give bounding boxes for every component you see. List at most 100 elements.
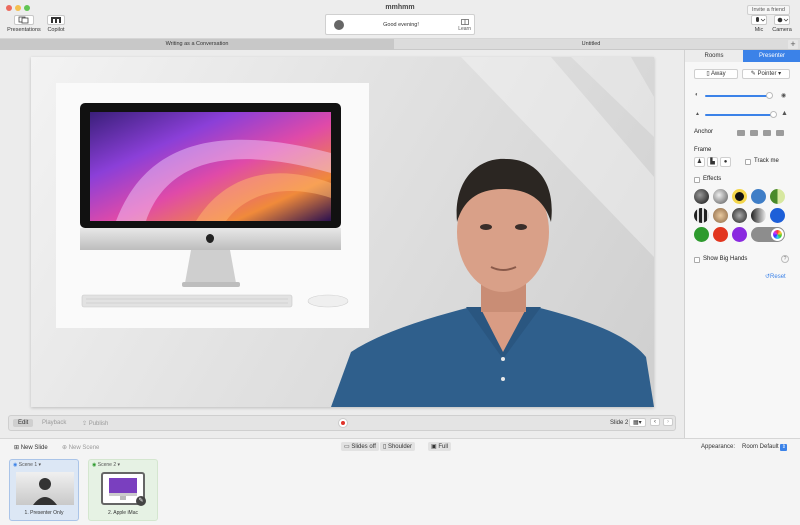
new-scene-button[interactable]: ⊕ New Scene — [62, 444, 99, 451]
away-label: Away — [711, 71, 726, 77]
show-big-hands-label: Show Big Hands — [703, 256, 748, 262]
new-slide-button[interactable]: ⊞ New Slide — [14, 444, 48, 451]
add-scene-icon: ⊕ — [62, 445, 69, 451]
share-icon: ⇪ — [82, 421, 89, 427]
appearance-value: Room Default — [742, 444, 779, 450]
effect-mosaic-swatch[interactable] — [732, 208, 747, 223]
publish-button[interactable]: ⇪ Publish — [77, 419, 113, 428]
presenter-video — [331, 127, 654, 407]
scene-1-tag: ◉ Scene 1 ▾ — [13, 462, 42, 468]
add-slide-icon: ⊞ — [14, 445, 21, 451]
title-bar: mmhmm Presentations Copilot Good evening… — [0, 0, 800, 39]
opacity-slider-knob[interactable] — [766, 92, 773, 99]
effect-bw-swatch[interactable] — [694, 189, 709, 204]
slide-caption-2: 2. Apple iMac — [107, 510, 139, 516]
size-slider-knob[interactable] — [770, 111, 777, 118]
slide-grid-button[interactable]: ▦▾ — [629, 418, 646, 427]
mic-label: Mic — [754, 27, 764, 33]
show-big-hands-checkbox[interactable] — [694, 257, 700, 263]
copilot-icon — [47, 15, 65, 25]
effect-green-swatch[interactable] — [694, 227, 709, 242]
shoulder-button[interactable]: ▯ Shoulder — [380, 442, 415, 451]
panel-segment-control: Rooms Presenter — [685, 50, 800, 62]
presenter-thumbnail-icon — [33, 478, 57, 505]
frame-circle-button[interactable]: ● — [720, 157, 731, 167]
anchor-left-icon[interactable] — [737, 130, 745, 136]
small-person-icon: ▲ — [695, 111, 700, 117]
effect-green-split-swatch[interactable] — [770, 189, 785, 204]
effect-blue-swatch[interactable] — [770, 208, 785, 223]
effect-gray-gradient-swatch[interactable] — [751, 208, 766, 223]
effect-purple-swatch[interactable] — [732, 227, 747, 242]
tab-writing-as-a-conversation[interactable]: Writing as a Conversation — [0, 39, 394, 50]
appearance-dropdown[interactable]: Room Default ⇕ — [742, 444, 788, 451]
edit-mode-button[interactable]: Edit — [13, 419, 34, 427]
add-tab-button[interactable]: + — [788, 40, 798, 49]
anchor-full-icon[interactable] — [776, 130, 784, 136]
camera-icon — [774, 15, 790, 25]
anchor-right-icon[interactable] — [763, 130, 771, 136]
scene-2-card[interactable]: ◉ Scene 2 ▾ ✎ 2. Apple iMac — [88, 459, 158, 521]
mic-button[interactable]: Mic — [750, 15, 768, 33]
tab-presenter[interactable]: Presenter — [743, 50, 800, 62]
pointer-label: Pointer — [757, 71, 777, 77]
chevron-left-icon: ‹ — [654, 419, 656, 425]
opacity-slider[interactable] — [705, 92, 773, 99]
anchor-center-icon[interactable] — [750, 130, 758, 136]
frame-rect-button[interactable]: ▙ — [707, 157, 718, 167]
full-button[interactable]: ▣ Full — [428, 442, 452, 451]
effect-sepia-bw-swatch[interactable] — [713, 189, 728, 204]
track-me-checkbox[interactable] — [745, 159, 751, 165]
learn-button[interactable]: Learn — [458, 19, 471, 32]
slide-image-imac[interactable] — [56, 83, 369, 328]
presentations-button[interactable]: Presentations — [7, 15, 41, 33]
effect-warm-swatch[interactable] — [713, 208, 728, 223]
large-person-icon: ▲ — [781, 110, 788, 117]
effect-blue-pencil-swatch[interactable] — [751, 189, 766, 204]
tab-untitled[interactable]: Untitled — [395, 39, 787, 50]
imac-illustration — [80, 103, 349, 308]
record-dot-icon — [341, 421, 345, 425]
frame-full-button[interactable]: ♟ — [694, 157, 705, 167]
shoulder-label: Shoulder — [387, 444, 412, 450]
effect-film-swatch[interactable] — [694, 208, 709, 223]
tab-rooms[interactable]: Rooms — [685, 50, 743, 62]
reset-label: Reset — [770, 274, 786, 280]
effect-custom-color-swatch[interactable] — [751, 227, 785, 242]
slides-off-button[interactable]: ▭ Slides off — [341, 442, 379, 451]
scene-1-tag-label: Scene 1 — [18, 462, 38, 468]
copilot-button[interactable]: Copilot — [44, 15, 68, 33]
effect-frame-swatch[interactable] — [732, 189, 747, 204]
new-scene-label: New Scene — [68, 445, 100, 451]
track-me-label: Track me — [754, 158, 779, 164]
previous-slide-button[interactable]: ‹ — [650, 418, 660, 426]
playback-mode-button[interactable]: Playback — [37, 419, 71, 427]
scene-1-card[interactable]: ◉ Scene 1 ▾ 1. Presenter Only — [9, 459, 79, 521]
presentations-label: Presentations — [7, 27, 41, 33]
slide-caption-1: 1. Presenter Only — [24, 510, 64, 516]
effects-label: Effects — [703, 176, 722, 182]
effects-checkbox[interactable] — [694, 177, 700, 183]
full-label: Full — [438, 444, 449, 450]
slide-thumb-apple-imac[interactable]: ✎ — [101, 472, 146, 506]
away-button[interactable]: ▯ Away — [694, 69, 738, 79]
pointer-dropdown[interactable]: ✎ Pointer ▾ — [742, 69, 790, 79]
camera-label: Camera — [772, 27, 792, 33]
presenter-silhouette — [331, 158, 654, 407]
camera-button[interactable]: Camera — [772, 15, 792, 33]
reset-button[interactable]: ↺Reset — [765, 273, 786, 280]
slide-thumb-presenter-only[interactable] — [16, 472, 74, 505]
edit-slide-icon[interactable]: ✎ — [136, 496, 146, 506]
record-button[interactable] — [338, 418, 348, 428]
size-slider[interactable] — [705, 111, 777, 118]
big-hands-help-button[interactable]: ? — [781, 255, 789, 263]
frame-circle-icon: ● — [723, 159, 728, 165]
presentation-stage[interactable] — [31, 57, 654, 407]
chevron-updown-icon: ⇕ — [780, 444, 788, 451]
invite-friend-button[interactable]: Invite a friend — [746, 5, 790, 15]
next-slide-button[interactable]: › — [663, 418, 673, 426]
grid-icon: ▦▾ — [633, 420, 642, 426]
app-title: mmhmm — [385, 4, 415, 11]
slide-tray: ⊞ New Slide ⊕ New Scene ▭ Slides off ▯ S… — [0, 438, 800, 525]
effect-red-swatch[interactable] — [713, 227, 728, 242]
